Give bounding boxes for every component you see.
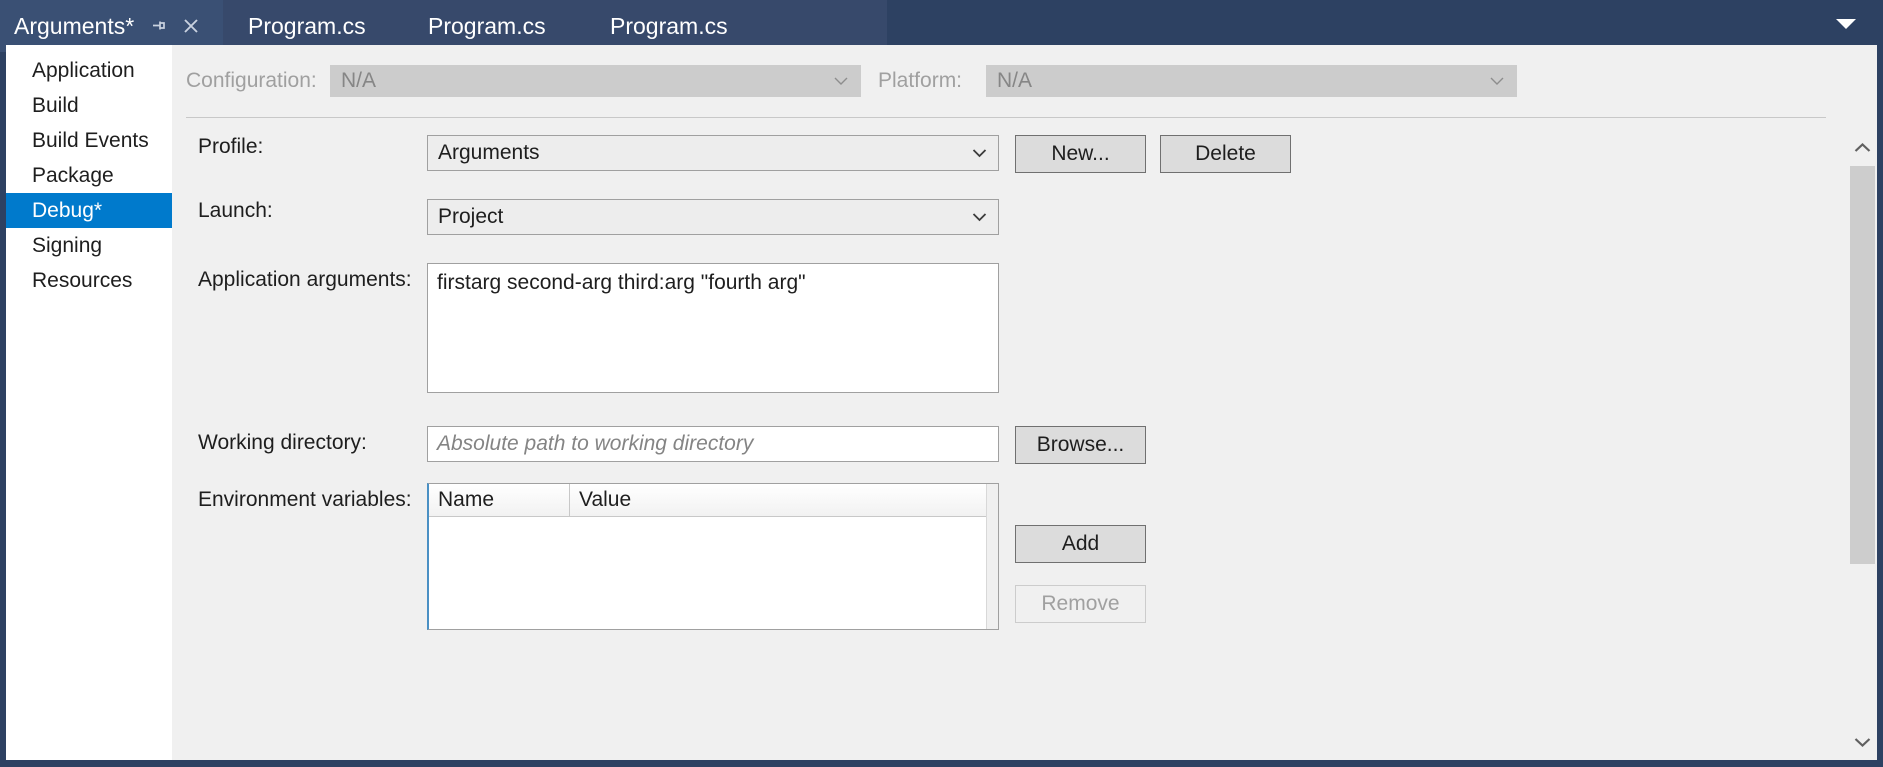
sidebar: Application Build Build Events Package D… xyxy=(6,45,182,760)
environment-variables-row: Environment variables: Name Value Add Re… xyxy=(172,483,1146,630)
scrollbar-thumb[interactable] xyxy=(1850,166,1875,564)
environment-variables-grid[interactable]: Name Value xyxy=(427,483,999,630)
column-header-name[interactable]: Name xyxy=(429,484,570,516)
application-arguments-input[interactable]: firstarg second-arg third:arg "fourth ar… xyxy=(427,263,999,393)
delete-profile-button[interactable]: Delete xyxy=(1160,135,1291,173)
scroll-up-chevron-up-icon[interactable] xyxy=(1848,133,1877,162)
working-directory-placeholder: Absolute path to working directory xyxy=(437,432,754,455)
configuration-divider xyxy=(186,117,1826,118)
application-arguments-value: firstarg second-arg third:arg "fourth ar… xyxy=(437,271,806,294)
sidebar-item-debug-label: Debug* xyxy=(32,198,103,222)
add-environment-variable-button[interactable]: Add xyxy=(1015,525,1146,563)
sidebar-item-debug[interactable]: Debug* xyxy=(6,193,182,228)
sidebar-item-application[interactable]: Application xyxy=(6,53,172,88)
sidebar-item-build-events[interactable]: Build Events xyxy=(6,123,172,158)
environment-variables-label: Environment variables: xyxy=(198,488,412,511)
profile-row: Profile: Arguments New... Delete xyxy=(172,135,1291,173)
working-directory-label: Working directory: xyxy=(198,431,367,454)
configuration-label: Configuration: xyxy=(186,69,317,92)
sidebar-item-signing-label: Signing xyxy=(32,233,103,257)
browse-button[interactable]: Browse... xyxy=(1015,426,1146,464)
sidebar-item-package-label: Package xyxy=(32,163,114,187)
profile-chevron-down-icon xyxy=(972,149,987,158)
application-arguments-row: Application arguments: firstarg second-a… xyxy=(172,263,999,393)
tab-arguments-label: Arguments* xyxy=(14,12,135,39)
sidebar-item-signing[interactable]: Signing xyxy=(6,228,172,263)
content-panel: Configuration: N/A Platform: N/A Profile… xyxy=(172,45,1877,760)
configuration-value: N/A xyxy=(341,69,377,92)
new-profile-button-label: New... xyxy=(1051,142,1110,165)
pin-icon[interactable] xyxy=(148,16,168,36)
profile-dropdown[interactable]: Arguments xyxy=(427,135,999,171)
browse-button-label: Browse... xyxy=(1036,433,1125,456)
launch-chevron-down-icon xyxy=(972,213,987,222)
sidebar-item-resources-label: Resources xyxy=(32,268,133,292)
remove-button-label: Remove xyxy=(1041,592,1120,615)
tab-program-cs-2-label: Program.cs xyxy=(428,12,546,39)
debug-settings-form: Profile: Arguments New... Delete Launch:… xyxy=(172,135,1847,715)
environment-variables-grid-scrollbar[interactable] xyxy=(986,484,998,629)
platform-dropdown: N/A xyxy=(986,65,1517,97)
platform-value: N/A xyxy=(997,69,1033,92)
configuration-dropdown: N/A xyxy=(330,65,861,97)
launch-value: Project xyxy=(438,205,504,228)
close-icon[interactable] xyxy=(181,16,201,36)
sidebar-item-build-events-label: Build Events xyxy=(32,128,149,152)
environment-variables-grid-header: Name Value xyxy=(429,484,998,517)
working-directory-row: Working directory: Absolute path to work… xyxy=(172,426,1146,464)
tab-program-cs-1-label: Program.cs xyxy=(248,12,366,39)
platform-chevron-down-icon xyxy=(1490,77,1504,86)
launch-row: Launch: Project xyxy=(172,199,999,235)
environment-variables-grid-body[interactable] xyxy=(429,517,998,629)
sidebar-item-build[interactable]: Build xyxy=(6,88,172,123)
application-arguments-label: Application arguments: xyxy=(198,268,412,291)
tab-overflow-chevron-down-icon[interactable] xyxy=(1835,17,1857,31)
remove-environment-variable-button: Remove xyxy=(1015,585,1146,623)
properties-window-body: Application Build Build Events Package D… xyxy=(6,45,1877,760)
tab-program-cs-3-label: Program.cs xyxy=(610,12,728,39)
configuration-chevron-down-icon xyxy=(834,77,848,86)
working-directory-input[interactable]: Absolute path to working directory xyxy=(427,426,999,462)
launch-label: Launch: xyxy=(198,199,273,222)
sidebar-item-package[interactable]: Package xyxy=(6,158,172,193)
launch-dropdown[interactable]: Project xyxy=(427,199,999,235)
profile-value: Arguments xyxy=(438,141,540,164)
configuration-bar: Configuration: N/A Platform: N/A xyxy=(186,59,1826,103)
profile-label: Profile: xyxy=(198,135,264,158)
column-header-value[interactable]: Value xyxy=(570,484,998,516)
window-frame: Arguments* Program.cs Program.cs Program… xyxy=(0,0,1883,767)
sidebar-item-application-label: Application xyxy=(32,58,135,82)
sidebar-item-resources[interactable]: Resources xyxy=(6,263,172,298)
new-profile-button[interactable]: New... xyxy=(1015,135,1146,173)
platform-label: Platform: xyxy=(878,69,963,92)
sidebar-item-build-label: Build xyxy=(32,93,79,117)
delete-profile-button-label: Delete xyxy=(1195,142,1256,165)
add-button-label: Add xyxy=(1061,532,1100,555)
content-scrollbar[interactable] xyxy=(1848,133,1877,760)
scroll-down-chevron-down-icon[interactable] xyxy=(1848,727,1877,756)
